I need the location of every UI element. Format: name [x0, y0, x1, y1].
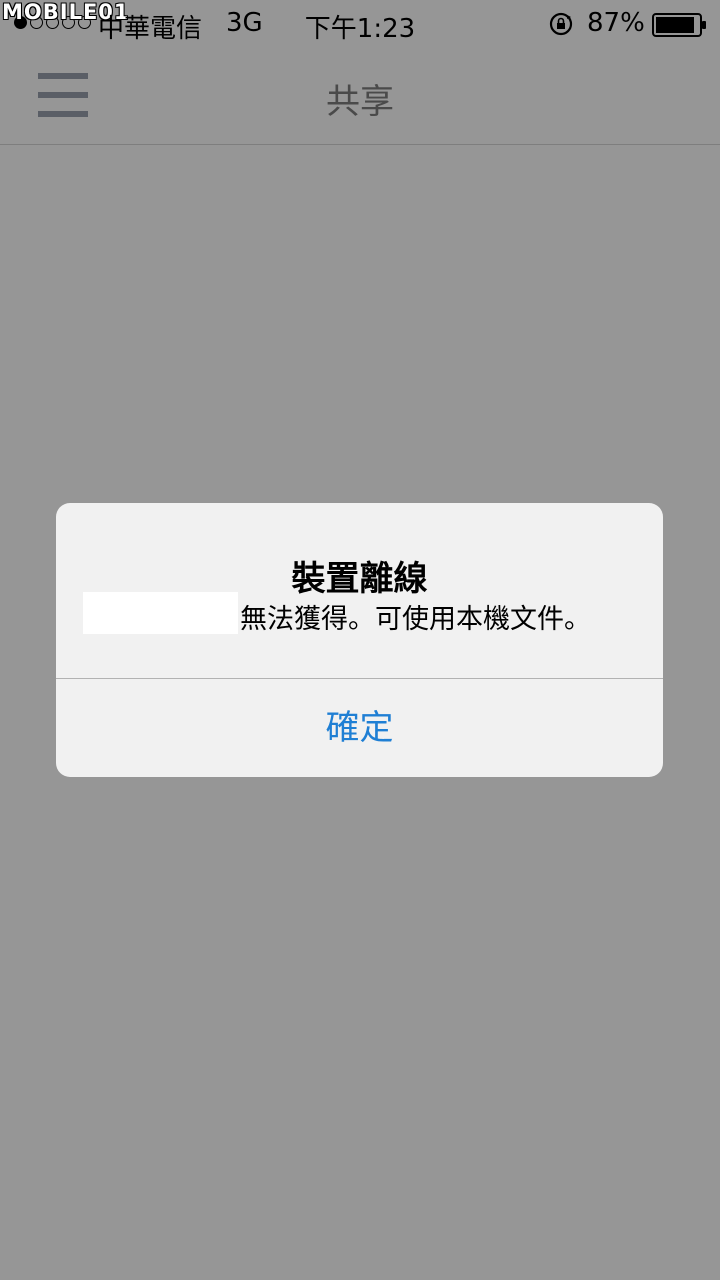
alert-message: 無法獲得。可使用本機文件。 — [240, 604, 591, 635]
status-bar: MOBILE01 中華電信 3G 下午1:23 87% — [0, 0, 720, 48]
ok-button[interactable]: 確定 — [56, 679, 663, 777]
battery-percent: 87% — [587, 8, 645, 38]
page-title: 共享 — [326, 82, 394, 122]
rotation-lock-icon — [549, 12, 573, 36]
redacted-device-name — [83, 592, 238, 634]
navigation-bar: 共享 — [0, 48, 720, 145]
battery-icon — [652, 13, 706, 37]
device-offline-alert: 裝置離線 無法獲得。可使用本機文件。 確定 — [56, 503, 663, 777]
